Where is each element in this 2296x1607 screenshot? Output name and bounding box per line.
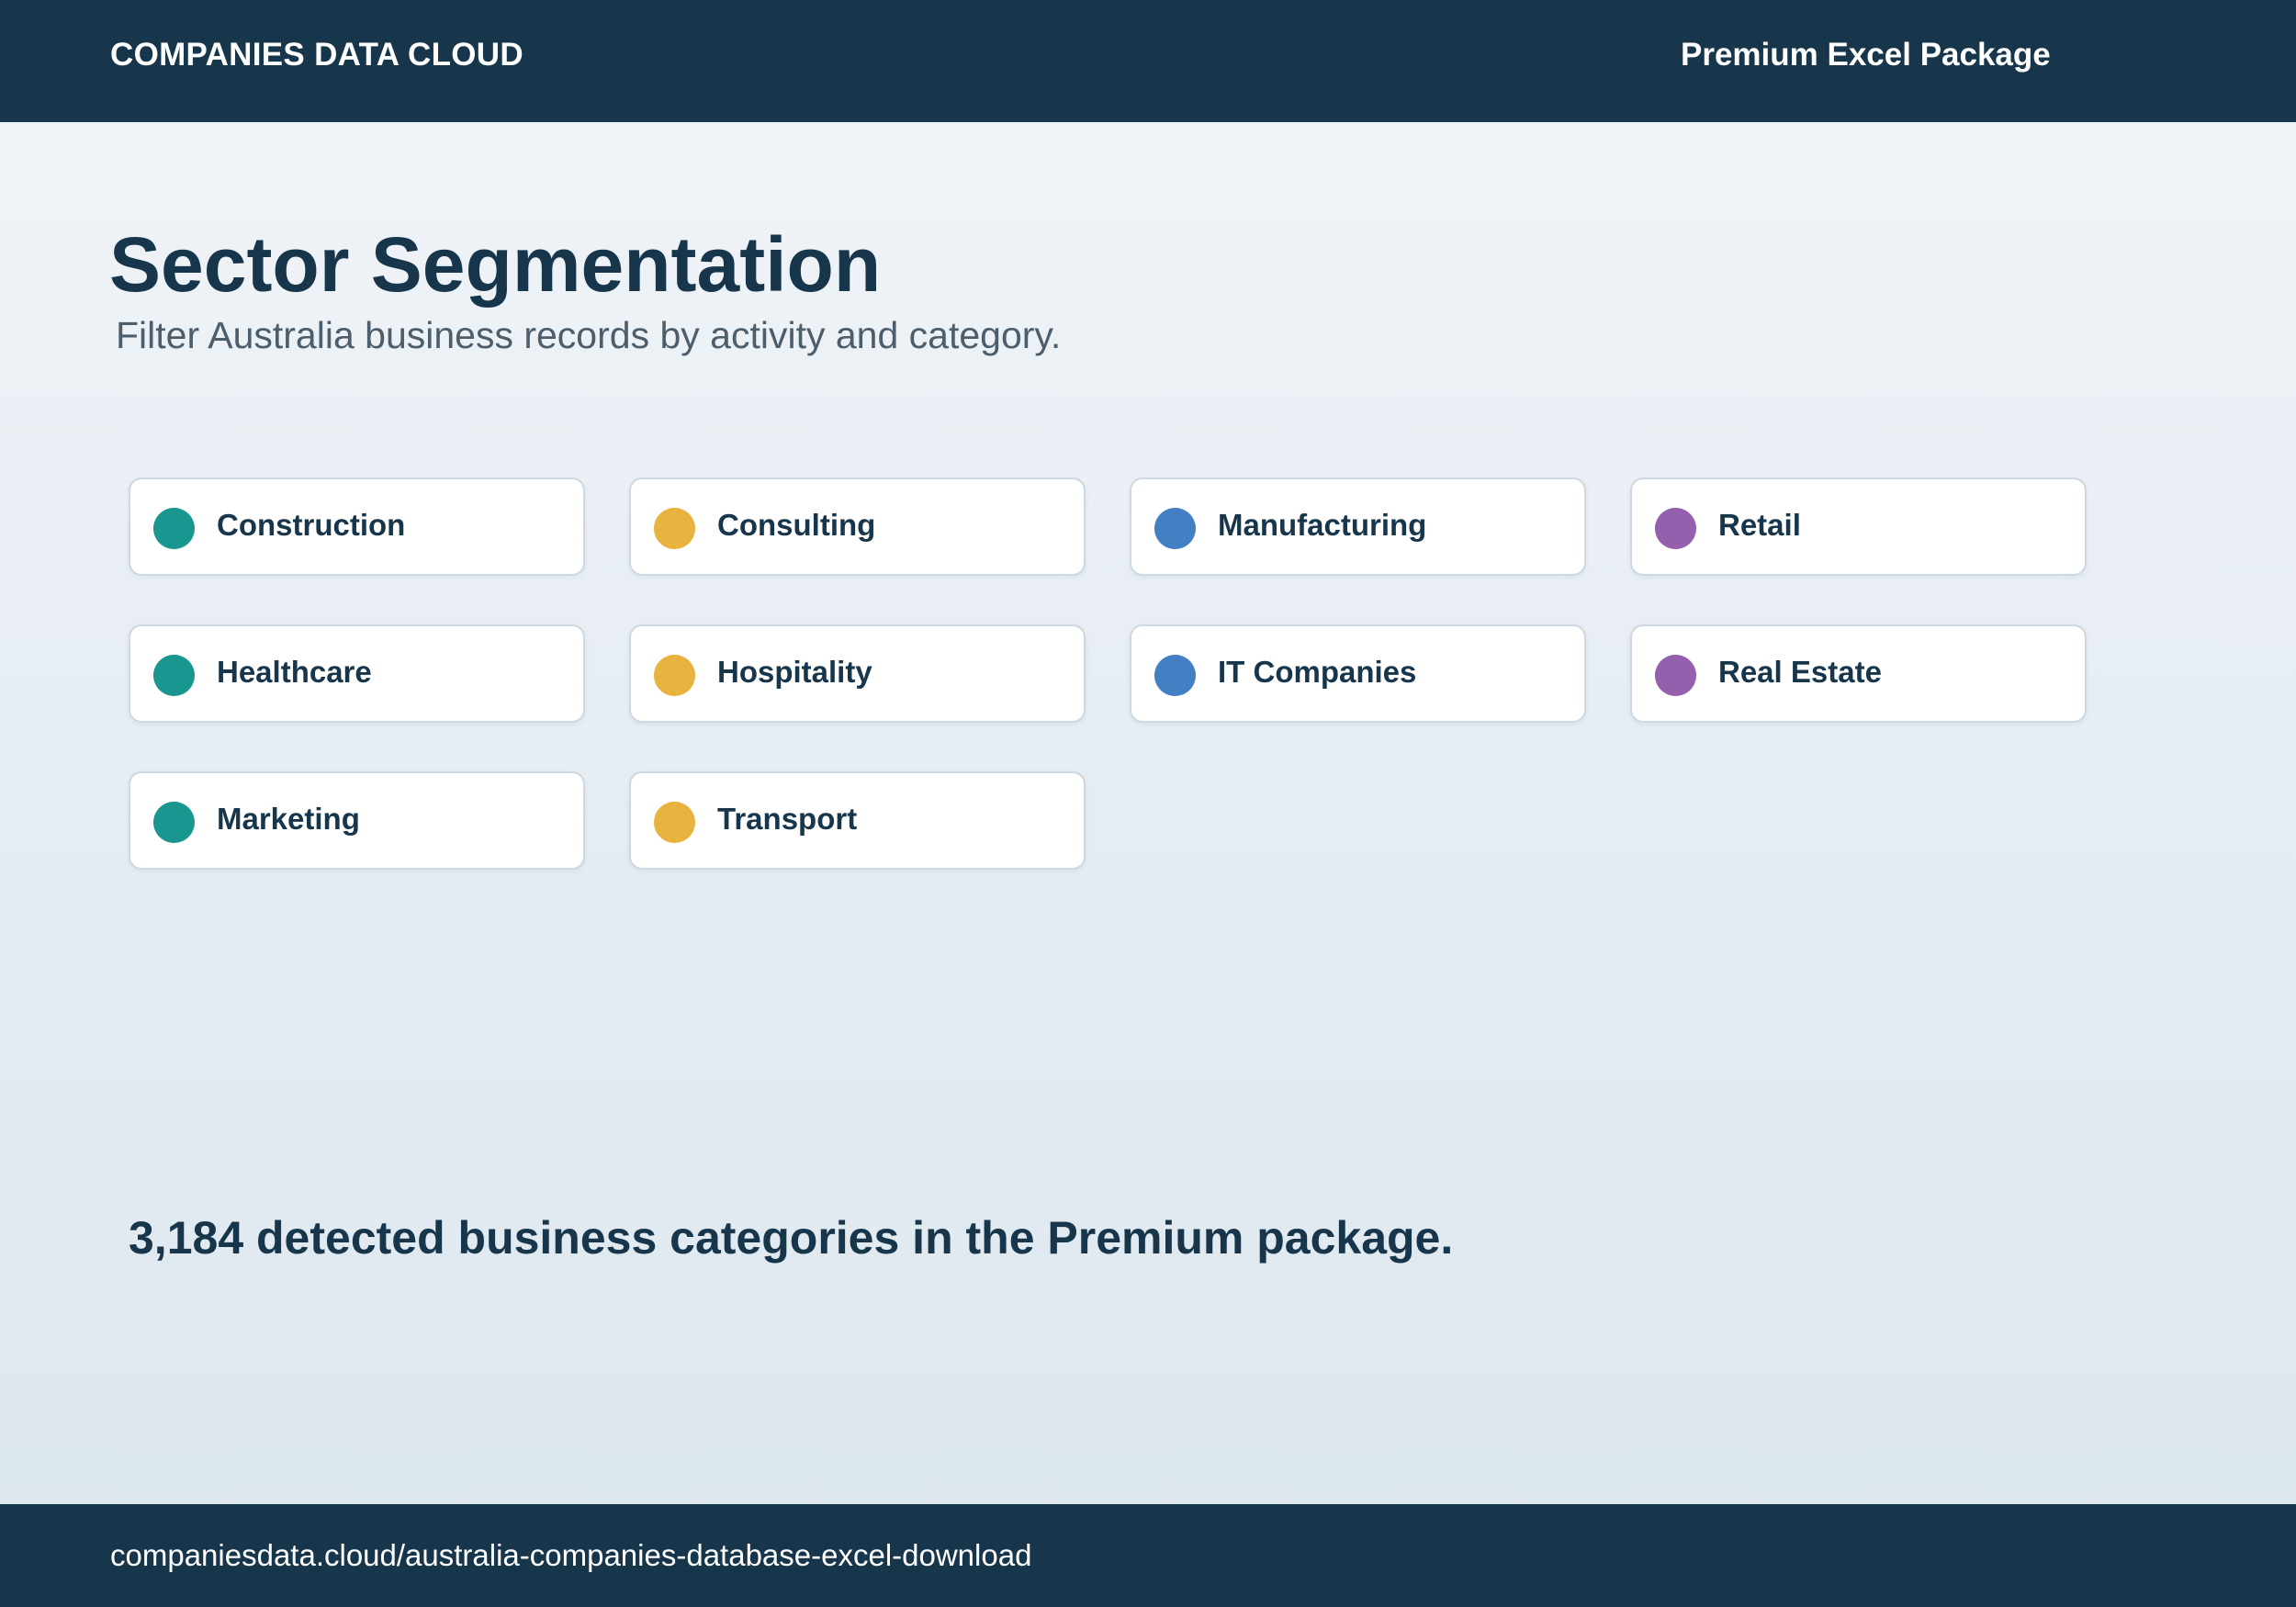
sector-card-hospitality[interactable]: Hospitality xyxy=(629,624,1086,723)
sector-color-dot xyxy=(153,655,195,696)
page-subtitle: Filter Australia business records by act… xyxy=(116,314,1062,356)
sector-card-construction[interactable]: Construction xyxy=(129,478,585,576)
sector-card-consulting[interactable]: Consulting xyxy=(629,478,1086,576)
sector-card-marketing[interactable]: Marketing xyxy=(129,771,585,870)
sector-card-retail[interactable]: Retail xyxy=(1630,478,2087,576)
sector-color-dot xyxy=(1655,508,1696,549)
sector-label: Transport xyxy=(717,802,858,836)
sector-color-dot xyxy=(654,655,695,696)
page: COMPANIES DATA CLOUD Premium Excel Packa… xyxy=(0,0,2296,1607)
sector-color-dot xyxy=(1154,508,1196,549)
sector-label: Marketing xyxy=(217,802,360,836)
sector-label: Consulting xyxy=(717,508,876,542)
sector-color-dot xyxy=(153,508,195,549)
sector-card-manufacturing[interactable]: Manufacturing xyxy=(1130,478,1586,576)
sector-label: Manufacturing xyxy=(1218,508,1427,542)
sector-color-dot xyxy=(1154,655,1196,696)
sector-card-real-estate[interactable]: Real Estate xyxy=(1630,624,2087,723)
page-title: Sector Segmentation xyxy=(109,221,882,308)
sector-label: IT Companies xyxy=(1218,655,1417,689)
sector-card-healthcare[interactable]: Healthcare xyxy=(129,624,585,723)
footer-url-link[interactable]: companiesdata.cloud/australia-companies-… xyxy=(110,1537,1031,1574)
sector-card-transport[interactable]: Transport xyxy=(629,771,1086,870)
sector-label: Real Estate xyxy=(1718,655,1882,689)
sector-color-dot xyxy=(153,802,195,843)
sector-color-dot xyxy=(654,802,695,843)
sector-card-it-companies[interactable]: IT Companies xyxy=(1130,624,1586,723)
sector-label: Retail xyxy=(1718,508,1801,542)
brand-name[interactable]: COMPANIES DATA CLOUD xyxy=(110,37,523,73)
sector-grid: Construction Consulting Manufacturing Re… xyxy=(129,478,2094,874)
sector-color-dot xyxy=(654,508,695,549)
footer-bar: companiesdata.cloud/australia-companies-… xyxy=(0,1504,2296,1607)
package-name: Premium Excel Package xyxy=(1681,37,2051,73)
sector-label: Hospitality xyxy=(717,655,872,689)
sector-color-dot xyxy=(1655,655,1696,696)
top-bar: COMPANIES DATA CLOUD Premium Excel Packa… xyxy=(0,0,2296,122)
category-count-summary: 3,184 detected business categories in th… xyxy=(129,1212,1454,1264)
sector-label: Healthcare xyxy=(217,655,372,689)
sector-label: Construction xyxy=(217,508,406,542)
